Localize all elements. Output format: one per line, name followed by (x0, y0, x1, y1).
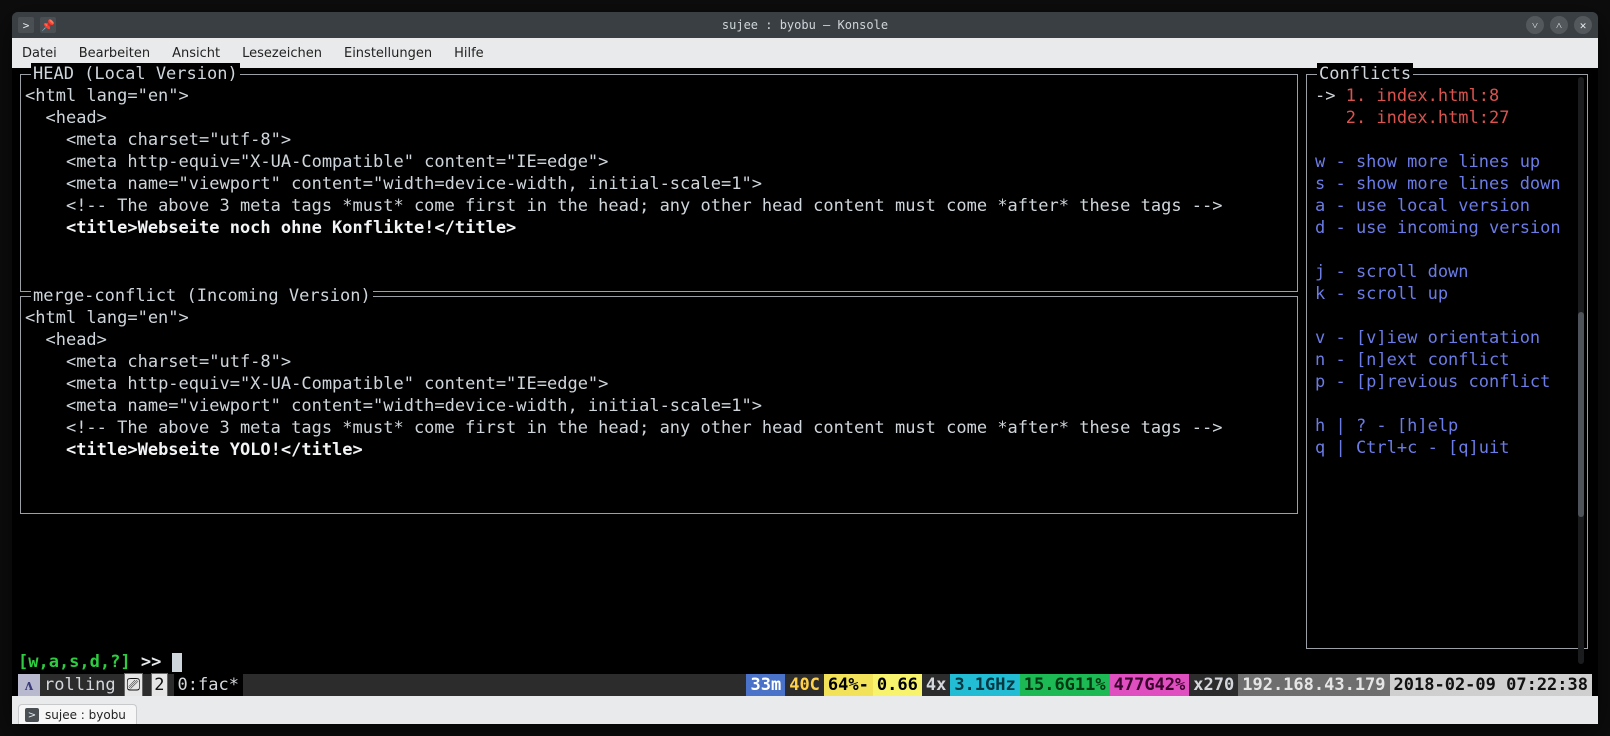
hint-line: v - [v]iew orientation (1315, 327, 1579, 349)
scrollbar[interactable] (1578, 77, 1584, 664)
titlebar-left-icons: > 📌 (18, 17, 56, 33)
temp-badge: 40C (785, 674, 824, 696)
load-badge: 0.66 (873, 674, 922, 696)
konsole-tab-label: sujee : byobu (45, 708, 126, 722)
prompt-arrows: >> (131, 652, 172, 672)
window-title: sujee : byobu — Konsole (12, 18, 1598, 32)
hint-line (1315, 305, 1579, 327)
merge-box-body: <html lang="en"> <head> <meta charset="u… (21, 297, 1297, 513)
status-spacer (243, 674, 747, 696)
maximize-button[interactable]: ˄ (1550, 16, 1568, 34)
code-line: <meta http-equiv="X-UA-Compatible" conte… (25, 373, 1293, 395)
code-line: <head> (25, 329, 1293, 351)
hint-line: k - scroll up (1315, 283, 1579, 305)
cpu-ghz: 3.1GHz (950, 674, 1019, 696)
code-line: <title>Webseite YOLO!</title> (25, 439, 1293, 461)
merge-box: merge-conflict (Incoming Version) <html … (20, 296, 1298, 514)
conflicts-pane: Conflicts -> 1. index.html:8 2. index.ht… (1302, 72, 1592, 651)
hint-line: n - [n]ext conflict (1315, 349, 1579, 371)
code-line: <head> (25, 107, 1293, 129)
conflict-item[interactable]: 2. index.html:27 (1315, 107, 1579, 129)
close-button[interactable]: ✕ (1574, 16, 1592, 34)
head-box-title: HEAD (Local Version) (31, 63, 240, 85)
hint-line: q | Ctrl+c - [q]uit (1315, 437, 1579, 459)
terminal-area[interactable]: HEAD (Local Version) <html lang="en"> <h… (12, 68, 1598, 724)
terminal-icon: > (25, 708, 39, 722)
ip-badge: 192.168.43.179 (1238, 674, 1389, 696)
byobu-statusbar: ᴧ rolling ⎚ 2 0:fac* 33m 40C 64%- 0.66 4… (18, 674, 1592, 696)
distro-label: rolling ⎚ 2 (40, 674, 172, 696)
konsole-tab[interactable]: > sujee : byobu (18, 704, 137, 724)
merge-box-title: merge-conflict (Incoming Version) (31, 285, 373, 307)
terminal-grid: HEAD (Local Version) <html lang="en"> <h… (16, 72, 1592, 651)
hint-line: w - show more lines up (1315, 151, 1579, 173)
menu-bearbeiten[interactable]: Bearbeiten (79, 46, 150, 61)
hint-line: j - scroll down (1315, 261, 1579, 283)
code-line: <!-- The above 3 meta tags *must* come f… (25, 195, 1293, 217)
code-line: <meta name="viewport" content="width=dev… (25, 173, 1293, 195)
menu-lesezeichen[interactable]: Lesezeichen (242, 46, 322, 61)
menu-ansicht[interactable]: Ansicht (172, 46, 220, 61)
head-box: HEAD (Local Version) <html lang="en"> <h… (20, 74, 1298, 292)
hint-line: p - [p]revious conflict (1315, 371, 1579, 393)
menu-hilfe[interactable]: Hilfe (454, 46, 484, 61)
code-line: <html lang="en"> (25, 85, 1293, 107)
hint-line: d - use incoming version (1315, 217, 1579, 239)
pin-icon[interactable]: 📌 (40, 17, 56, 33)
cpu-cores: 4x (922, 674, 950, 696)
machine-label: x270 (1189, 674, 1238, 696)
scrollbar-thumb[interactable] (1578, 312, 1584, 517)
byobu-logo-icon: ᴧ (18, 674, 40, 696)
battery-badge: 64%- (824, 674, 873, 696)
hint-line (1315, 239, 1579, 261)
conflict-item[interactable]: -> 1. index.html:8 (1315, 85, 1579, 107)
distro-text: rolling (44, 674, 116, 696)
hint-line (1315, 393, 1579, 415)
code-line: <title>Webseite noch ohne Konflikte!</ti… (25, 217, 1293, 239)
head-box-body: <html lang="en"> <head> <meta charset="u… (21, 75, 1297, 291)
uptime-badge: 33m (746, 674, 785, 696)
code-line: <meta charset="utf-8"> (25, 129, 1293, 151)
conflicts-box-title: Conflicts (1317, 63, 1413, 85)
diff-pane: HEAD (Local Version) <html lang="en"> <h… (16, 72, 1302, 651)
menu-einstellungen[interactable]: Einstellungen (344, 46, 432, 61)
conflicts-box: Conflicts -> 1. index.html:8 2. index.ht… (1306, 74, 1588, 649)
mem-badge: 15.6G11% (1020, 674, 1110, 696)
minimize-button[interactable]: ˅ (1526, 16, 1544, 34)
disk-badge: 477G42% (1110, 674, 1190, 696)
prompt-bracket: [w,a,s,d,?] (18, 652, 131, 672)
code-line: <html lang="en"> (25, 307, 1293, 329)
code-line: <meta name="viewport" content="width=dev… (25, 395, 1293, 417)
datetime-badge: 2018-02-09 07:22:38 (1390, 674, 1592, 696)
screen-icon: ⎚ (124, 673, 144, 697)
terminal-icon[interactable]: > (18, 17, 34, 33)
hint-line: h | ? - [h]elp (1315, 415, 1579, 437)
hint-line: a - use local version (1315, 195, 1579, 217)
window-titlebar: > 📌 sujee : byobu — Konsole ˅ ˄ ✕ (12, 12, 1598, 38)
prompt-line[interactable]: [w,a,s,d,?] >> (12, 651, 1598, 674)
code-line: <meta charset="utf-8"> (25, 351, 1293, 373)
cursor-icon (172, 653, 182, 672)
konsole-tabstrip: > sujee : byobu (12, 696, 1598, 724)
conflicts-list: -> 1. index.html:8 2. index.html:27 (1315, 85, 1579, 129)
konsole-window: > 📌 sujee : byobu — Konsole ˅ ˄ ✕ Datei … (12, 12, 1598, 724)
titlebar-right-icons: ˅ ˄ ✕ (1526, 16, 1592, 34)
session-count: 2 (151, 673, 167, 697)
hint-line: s - show more lines down (1315, 173, 1579, 195)
code-line: <!-- The above 3 meta tags *must* come f… (25, 417, 1293, 439)
menu-datei[interactable]: Datei (22, 46, 57, 61)
code-line: <meta http-equiv="X-UA-Compatible" conte… (25, 151, 1293, 173)
key-hints: w - show more lines ups - show more line… (1315, 151, 1579, 459)
window-indicator[interactable]: 0:fac* (174, 674, 243, 696)
